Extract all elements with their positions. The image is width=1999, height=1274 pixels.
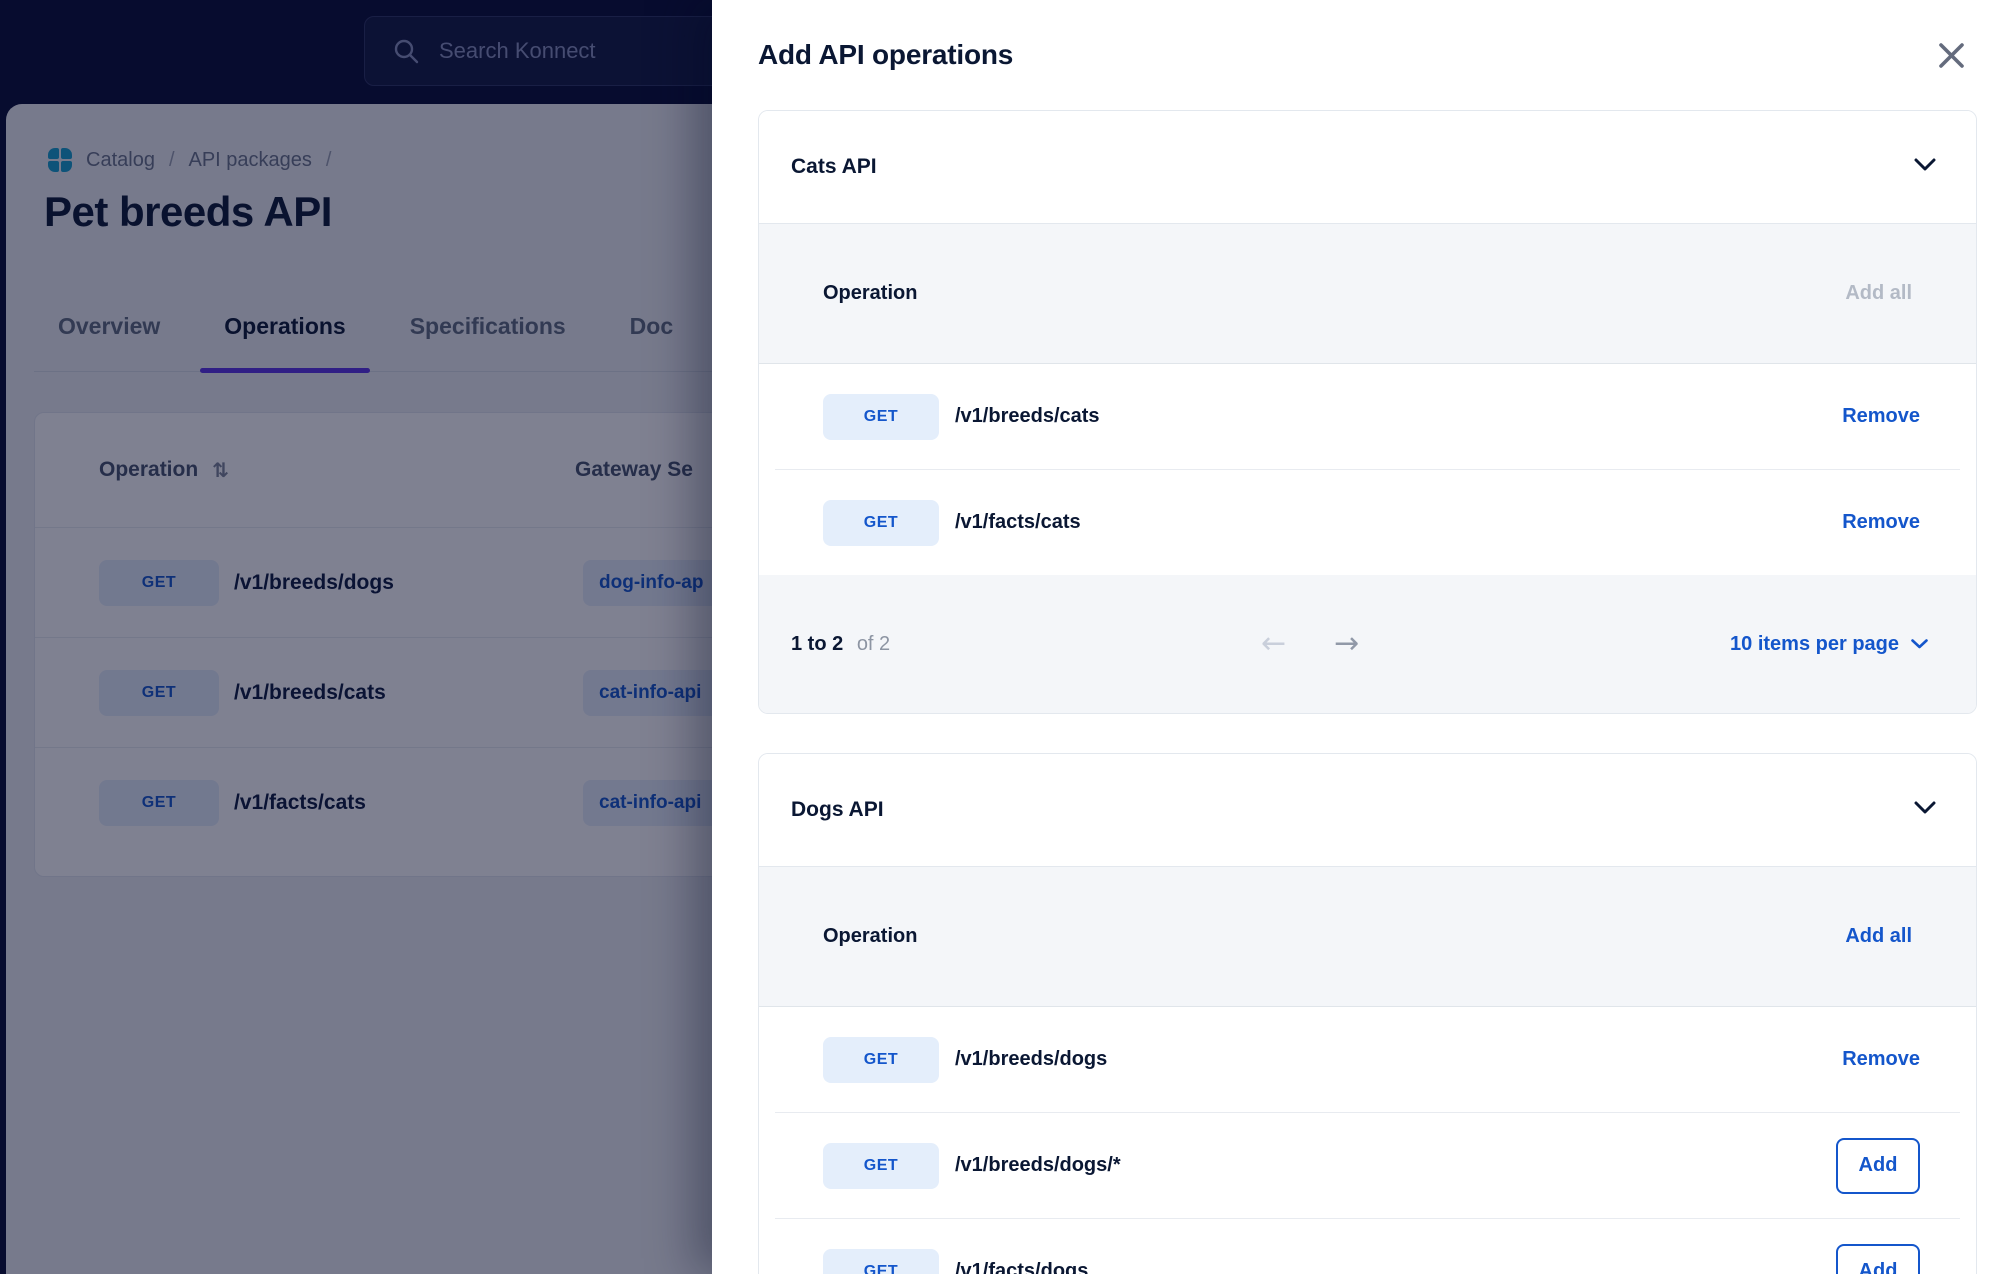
remove-link[interactable]: Remove: [1842, 1048, 1920, 1070]
dogs-api-body: Operation Add all GET /v1/breeds/dogs Re…: [759, 866, 1976, 1274]
add-all-button: Add all: [1845, 282, 1912, 305]
method-badge: GET: [823, 1143, 939, 1189]
dogs-api-collapse-header[interactable]: Dogs API: [759, 754, 1976, 866]
pagination-arrows: ← →: [890, 629, 1730, 659]
row-action: Remove: [1842, 405, 1920, 428]
row-action: Remove: [1842, 511, 1920, 534]
pagination-range: 1 to 2 of 2: [791, 633, 890, 656]
operation-path: /v1/facts/cats: [955, 511, 1081, 534]
operation-path: /v1/breeds/dogs: [955, 1048, 1107, 1071]
method-badge: GET: [823, 500, 939, 546]
operation-path: /v1/facts/dogs: [955, 1260, 1088, 1274]
remove-link[interactable]: Remove: [1842, 405, 1920, 427]
operation-column-label: Operation: [823, 925, 917, 948]
pagination-range-values: 1 to 2: [791, 633, 843, 655]
operation-row: GET /v1/breeds/dogs Remove: [759, 1007, 1976, 1112]
operation-row: GET /v1/breeds/cats Remove: [759, 364, 1976, 469]
method-badge: GET: [823, 1249, 939, 1274]
row-action: Add: [1836, 1244, 1920, 1274]
remove-link[interactable]: Remove: [1842, 511, 1920, 533]
section-title: Dogs API: [791, 798, 884, 822]
operation-list-header: Operation Add all: [759, 224, 1976, 364]
row-action: Remove: [1842, 1048, 1920, 1071]
cats-api-body: Operation Add all GET /v1/breeds/cats Re…: [759, 223, 1976, 713]
add-button[interactable]: Add: [1836, 1138, 1920, 1194]
add-all-button[interactable]: Add all: [1845, 925, 1912, 948]
operation-rows: GET /v1/breeds/dogs Remove GET /v1/breed…: [759, 1007, 1976, 1274]
pagination-bar: 1 to 2 of 2 ← → 10 items per page: [759, 575, 1976, 713]
operation-list-header: Operation Add all: [759, 867, 1976, 1007]
panel-body: Cats API Operation Add all GET: [712, 110, 1999, 1274]
items-per-page-label: 10 items per page: [1730, 633, 1899, 656]
operation-rows: GET /v1/breeds/cats Remove GET /v1/facts…: [759, 364, 1976, 575]
section-cats-api: Cats API Operation Add all GET: [758, 110, 1977, 714]
section-dogs-api: Dogs API Operation Add all GET: [758, 753, 1977, 1274]
operation-row: GET /v1/facts/cats Remove: [759, 470, 1976, 575]
operation-row: GET /v1/facts/dogs Add: [759, 1219, 1976, 1274]
pagination-total: of 2: [857, 633, 890, 655]
section-title: Cats API: [791, 155, 877, 179]
chevron-down-icon: [1914, 158, 1936, 176]
chevron-down-icon: [1914, 801, 1936, 819]
add-button[interactable]: Add: [1836, 1244, 1920, 1274]
row-action: Add: [1836, 1138, 1920, 1194]
close-icon: [1938, 42, 1965, 69]
previous-page-arrow-icon[interactable]: ←: [1261, 629, 1286, 659]
operation-path: /v1/breeds/dogs/*: [955, 1154, 1121, 1177]
operation-path: /v1/breeds/cats: [955, 405, 1100, 428]
cats-api-collapse-header[interactable]: Cats API: [759, 111, 1976, 223]
next-page-arrow-icon[interactable]: →: [1334, 629, 1359, 659]
items-per-page-dropdown[interactable]: 10 items per page: [1730, 633, 1928, 656]
close-button[interactable]: [1931, 35, 1971, 75]
panel-title: Add API operations: [758, 39, 1013, 71]
add-api-operations-panel: Add API operations Cats API: [712, 0, 1999, 1274]
chevron-down-icon: [1911, 639, 1928, 649]
method-badge: GET: [823, 394, 939, 440]
operation-column-label: Operation: [823, 282, 917, 305]
method-badge: GET: [823, 1037, 939, 1083]
screen: Search Konnect Catalog / API packages / …: [0, 0, 1999, 1274]
operation-row: GET /v1/breeds/dogs/* Add: [759, 1113, 1976, 1218]
panel-header: Add API operations: [712, 0, 1999, 110]
